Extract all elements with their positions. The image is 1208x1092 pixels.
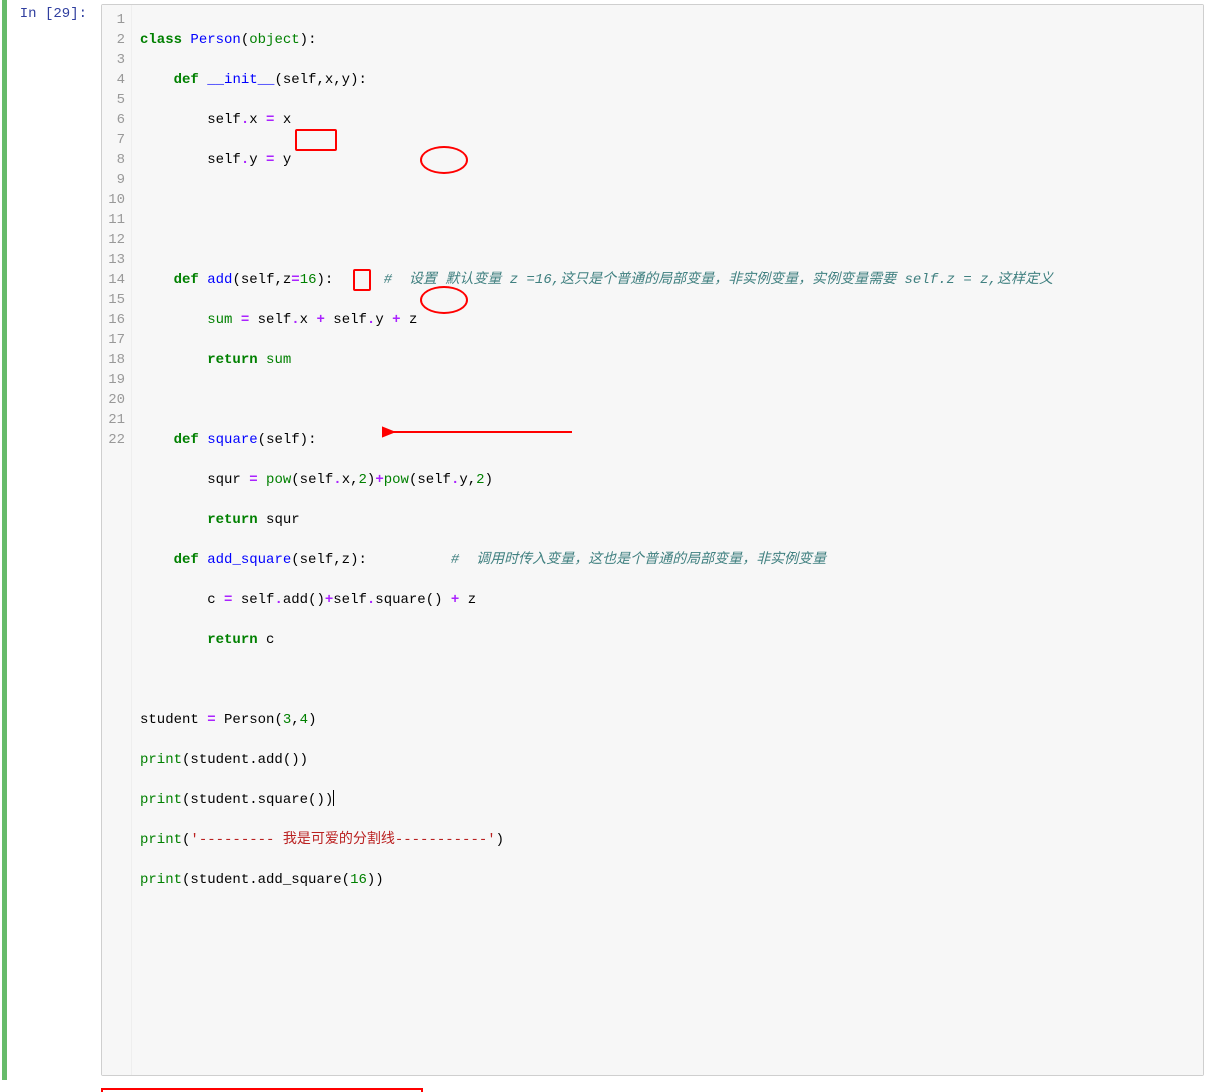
annotation-box-z16 [295,129,337,151]
code-line-19: print(student.add()) [140,750,1195,770]
code-line-13: return squr [140,510,1195,530]
code-line-4: self.y = y [140,150,1195,170]
code-line-1: class Person(object): [140,30,1195,50]
code-line-21: print('--------- 我是可爱的分割线-----------') [140,830,1195,850]
code-line-20: print(student.square()) [140,790,1195,810]
code-line-2: def __init__(self,x,y): [140,70,1195,90]
code-editor[interactable]: class Person(object): def __init__(self,… [132,5,1203,1075]
code-line-9: return sum [140,350,1195,370]
code-line-3: self.x = x [140,110,1195,130]
code-line-12: squr = pow(self.x,2)+pow(self.y,2) [140,470,1195,490]
line-number-gutter: 12345678910111213141516171819202122 [102,5,132,1075]
input-prompt: In [29]: [7,0,97,1080]
code-line-10 [140,390,1195,410]
code-line-18: student = Person(3,4) [140,710,1195,730]
code-line-11: def square(self): [140,430,1195,450]
code-line-7: def add(self,z=16): # 设置 默认变量 z =16,这只是个… [140,270,1195,290]
code-line-15: c = self.add()+self.square() + z [140,590,1195,610]
input-area[interactable]: 12345678910111213141516171819202122 clas… [101,4,1204,1076]
code-line-5 [140,190,1195,210]
code-line-6 [140,230,1195,250]
output-area: 23 25 --------- 我是可爱的分割线----------- 64 [101,1088,423,1092]
code-line-14: def add_square(self,z): # 调用时传入变量，这也是个普通… [140,550,1195,570]
input-area-wrapper: 12345678910111213141516171819202122 clas… [97,0,1208,1080]
code-line-16: return c [140,630,1195,650]
text-cursor [333,790,334,806]
code-cell: In [29]: 1234567891011121314151617181920… [2,0,1208,1080]
code-line-8: sum = self.x + self.y + z [140,310,1195,330]
output-box-annotation: 23 25 --------- 我是可爱的分割线----------- 64 [101,1088,423,1092]
code-line-17 [140,670,1195,690]
output-prompt [7,1080,97,1092]
output-cell: 23 25 --------- 我是可爱的分割线----------- 64 [2,1080,1208,1092]
code-line-22: print(student.add_square(16)) [140,870,1195,890]
